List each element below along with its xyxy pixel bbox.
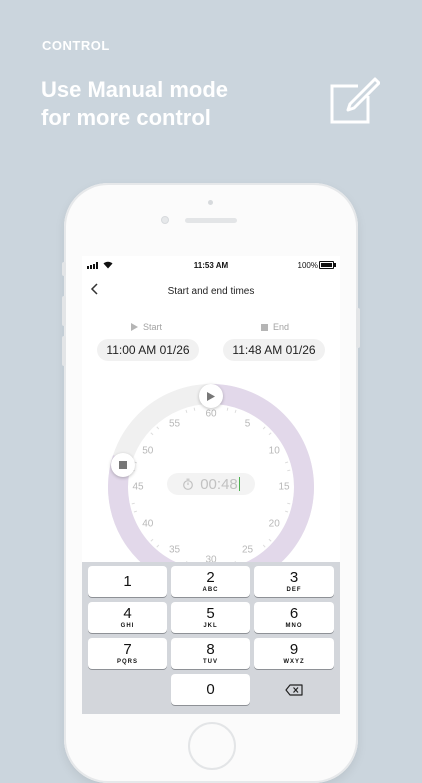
dial-number: 10 <box>268 445 280 456</box>
dial-number: 55 <box>168 418 181 430</box>
phone-sensor <box>208 200 213 205</box>
app-screen: 11:53 AM 100% Start and end times Start … <box>82 256 340 714</box>
headline-line-1: Use Manual mode <box>41 77 229 102</box>
phone-power-button <box>356 308 360 348</box>
key-7[interactable]: 7 PQRS <box>88 638 167 669</box>
stopwatch-icon <box>183 478 194 490</box>
phone-camera <box>161 216 169 224</box>
nav-bar: Start and end times <box>82 278 340 306</box>
start-label: Start <box>143 322 163 332</box>
phone-volume-down <box>62 336 66 366</box>
start-label-group: Start <box>131 322 162 332</box>
phone-volume-up <box>62 296 66 326</box>
key-2[interactable]: 2 ABC <box>171 566 250 597</box>
key-0[interactable]: 0 <box>171 674 250 705</box>
dial-number: 15 <box>278 481 290 493</box>
play-icon <box>131 323 138 331</box>
dial-number: 40 <box>142 518 154 529</box>
status-bar: 11:53 AM 100% <box>82 256 340 274</box>
end-handle[interactable] <box>111 453 135 477</box>
key-8[interactable]: 8 TUV <box>171 638 250 669</box>
dial-number: 25 <box>241 544 254 556</box>
dial-number: 50 <box>142 445 154 456</box>
duration-field[interactable]: 00:48 <box>167 473 255 495</box>
headline-line-2: for more control <box>41 105 211 130</box>
key-1[interactable]: 1 <box>88 566 167 597</box>
delete-key[interactable] <box>254 674 334 705</box>
key-5[interactable]: 5 JKL <box>171 602 250 633</box>
phone-mute-switch <box>62 262 66 276</box>
duration-value: 00:48 <box>200 475 238 493</box>
dial-number: 35 <box>168 544 181 556</box>
backspace-icon <box>285 683 303 696</box>
text-cursor <box>238 477 240 491</box>
promo-headline: Use Manual mode for more control <box>41 76 228 132</box>
stop-icon <box>261 323 268 331</box>
dial-number: 20 <box>268 518 280 529</box>
numeric-keypad: 1 2 ABC 3 DEF 4 GHI 5 JKL 6 MNO 7 PQRS 8… <box>82 562 340 714</box>
dial-number: 5 <box>244 418 251 430</box>
end-time: 11:48 AM <box>232 343 283 357</box>
page-title: Start and end times <box>167 286 255 297</box>
battery-percent: 100% <box>297 261 318 270</box>
start-time: 11:00 AM <box>106 343 157 357</box>
end-label-group: End <box>261 322 289 332</box>
end-time-field[interactable]: 11:48 AM 01/26 <box>223 339 325 361</box>
dial-number: 45 <box>132 481 144 493</box>
edit-square-icon <box>330 77 380 124</box>
play-icon <box>207 391 215 401</box>
start-handle[interactable] <box>199 384 223 408</box>
start-time-field[interactable]: 11:00 AM 01/26 <box>97 339 199 361</box>
start-date: 01/26 <box>159 343 190 357</box>
dial-number: 60 <box>205 408 217 420</box>
key-9[interactable]: 9 WXYZ <box>254 638 334 669</box>
key-4[interactable]: 4 GHI <box>88 602 167 633</box>
stop-icon <box>119 461 127 469</box>
key-6[interactable]: 6 MNO <box>254 602 334 633</box>
battery-icon <box>319 261 336 269</box>
key-3[interactable]: 3 DEF <box>254 566 334 597</box>
promo-section-label: CONTROL <box>42 38 110 53</box>
phone-home-button <box>188 722 236 770</box>
end-date: 01/26 <box>285 343 316 357</box>
phone-speaker <box>185 218 237 223</box>
end-label: End <box>273 322 290 332</box>
